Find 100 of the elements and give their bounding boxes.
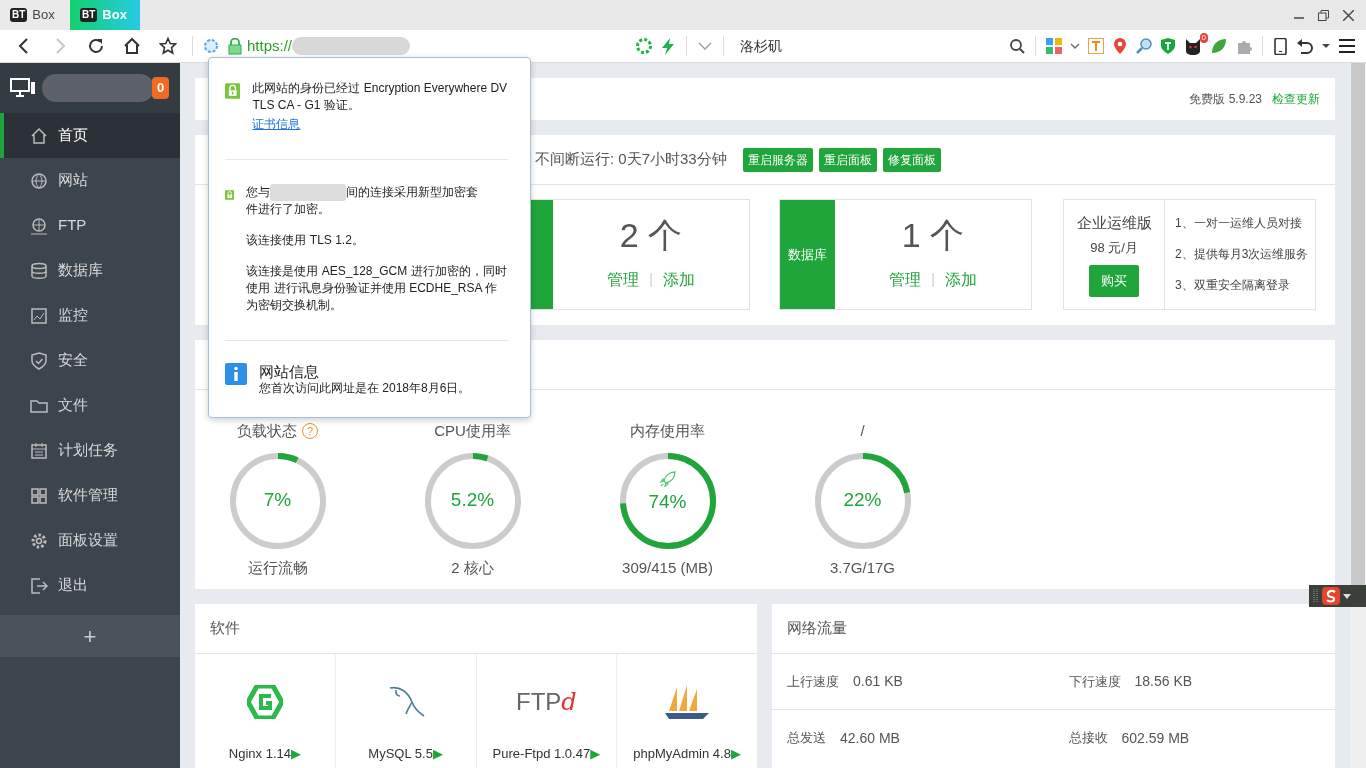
leaf-icon[interactable]	[1210, 38, 1228, 54]
notification-badge: 0	[152, 77, 170, 99]
count-text: 2 个	[619, 217, 683, 252]
aperture-icon[interactable]	[636, 38, 652, 54]
panel-title: 软件	[210, 618, 240, 639]
stat-value: 0.61 KB	[853, 672, 903, 691]
shield-icon	[30, 351, 48, 370]
sidebar-item[interactable]: 监控	[0, 293, 180, 338]
sidebar-item[interactable]: FTP	[0, 203, 180, 248]
sidebar-item[interactable]: 网站	[0, 158, 180, 203]
sidebar-item[interactable]: 退出	[0, 563, 180, 608]
software-link[interactable]: phpMyAdmin 4.8▶	[633, 744, 741, 764]
location-text: 洛杉矶	[740, 36, 783, 56]
shield-icon[interactable]	[1160, 38, 1176, 54]
gauge-value: 22%	[843, 488, 882, 513]
database-icon	[30, 261, 48, 280]
restore-icon[interactable]	[1318, 9, 1329, 21]
connection-text: 间的连接采用新型加密套	[346, 184, 479, 201]
sidebar-item[interactable]: 数据库	[0, 248, 180, 293]
separator-text: |	[649, 270, 653, 289]
sidebar-item[interactable]: 安全	[0, 338, 180, 383]
stat-value: 18.56 KB	[1134, 672, 1193, 691]
gauge-title: CPU使用率	[434, 421, 511, 441]
globe-icon	[30, 171, 48, 190]
software-link[interactable]: MySQL 5.5▶	[368, 744, 443, 764]
gauge-value: 74%	[648, 490, 687, 515]
globe-icon	[30, 216, 48, 235]
gauge-caption: 2 核心	[451, 557, 494, 578]
sidebar-item[interactable]: 文件	[0, 383, 180, 428]
sidebar-item[interactable]: 首页	[0, 113, 180, 158]
gauge-title: 内存使用率	[630, 421, 705, 441]
logout-icon	[30, 576, 48, 595]
info-text: 您首次访问此网址是在 2018年8月6日。	[259, 380, 471, 397]
tab-logo: BT	[80, 8, 98, 22]
caret-icon[interactable]	[1070, 42, 1080, 50]
separator-text: |	[931, 270, 935, 289]
stat-label: 下行速度	[1068, 672, 1121, 691]
connection-detail: 该连接使用 TLS 1.2。	[246, 232, 365, 249]
gauge-caption: 3.7G/17G	[829, 557, 895, 578]
connection-text: 您与	[246, 184, 271, 201]
add-button[interactable]: +	[0, 615, 180, 657]
search-icon[interactable]	[1009, 38, 1025, 54]
feature-text: 3、双重安全隔离登录	[1175, 277, 1291, 294]
gauge-caption: 运行流畅	[247, 557, 308, 578]
grid-icon	[30, 486, 48, 505]
home-icon[interactable]	[123, 37, 141, 55]
certificate-link[interactable]: 证书信息	[252, 116, 508, 133]
star-icon[interactable]	[159, 37, 177, 55]
undo-icon[interactable]	[1296, 38, 1314, 54]
menu-icon[interactable]	[1338, 38, 1356, 54]
connection-detail: 该连接是使用 AES_128_GCM 进行加密的，同时使用 进行讯息身份验证并使用 ECDHE_RSA 作为密钥交换机制。	[246, 263, 508, 314]
lock-icon[interactable]	[227, 37, 243, 55]
url-text[interactable]: https://	[247, 34, 293, 58]
stat-value: 42.60 MB	[840, 728, 900, 748]
panel-title: 网络流量	[787, 618, 847, 639]
caret-icon[interactable]	[1322, 43, 1330, 49]
reload-icon[interactable]	[87, 37, 105, 55]
calendar-icon	[30, 441, 48, 460]
hexagon-logo	[246, 685, 283, 719]
ftpd-logo: FTPd	[516, 687, 577, 718]
gauge-title: /	[860, 421, 865, 441]
stat-label: 总接收	[1068, 729, 1108, 748]
magnifier-icon[interactable]	[1136, 38, 1152, 54]
stat-label: 总发送	[787, 729, 826, 748]
feature-text: 1、一对一运维人员对接	[1175, 215, 1303, 232]
monitor-icon	[10, 78, 36, 98]
connection-text: 件进行了加密。	[246, 201, 332, 218]
grip-icon[interactable]	[1313, 588, 1319, 604]
stat-value: 602.59 MB	[1121, 728, 1190, 748]
uptime-text: 不间断运行: 0天7小时33分钟	[535, 149, 727, 170]
chart-icon	[30, 306, 48, 325]
bolt-icon[interactable]	[660, 37, 676, 55]
info-title: 网站信息	[259, 363, 320, 380]
sidebar-item[interactable]: 计划任务	[0, 428, 180, 473]
tab-logo: BT	[10, 8, 28, 22]
lock-icon	[225, 80, 241, 102]
notification-badge: 0	[1199, 33, 1208, 43]
home-icon	[30, 126, 48, 145]
software-link[interactable]: Pure-Ftpd 1.0.47▶	[492, 744, 601, 764]
feature-text: 2、提供每月3次运维服务	[1175, 246, 1309, 263]
cat-icon[interactable]	[1184, 37, 1202, 55]
phone-icon[interactable]	[1273, 37, 1288, 55]
gauge-caption: 309/415 (MB)	[622, 557, 713, 578]
sidebar-item[interactable]: 面板设置	[0, 518, 180, 563]
site-settings-icon[interactable]	[203, 38, 219, 54]
close-icon[interactable]	[1343, 9, 1354, 21]
apps-icon[interactable]	[1046, 38, 1062, 54]
input-method-icon[interactable]	[1322, 587, 1340, 605]
card-label: 数据库	[788, 245, 827, 264]
identity-text: 此网站的身份已经过 Encryption Everywhere DV TLS CA - G1 验证。	[252, 80, 508, 114]
browser-tab[interactable]: BT Box	[70, 0, 140, 30]
sidebar-item[interactable]: 软件管理	[0, 473, 180, 518]
gauge-value: 5.2%	[450, 488, 495, 513]
caret-icon[interactable]	[1343, 593, 1351, 599]
software-link[interactable]: Nginx 1.14▶	[228, 744, 301, 764]
price-text: 98 元/月	[1090, 238, 1138, 257]
map-pin-icon[interactable]	[1112, 38, 1128, 54]
stat-label: 上行速度	[787, 672, 839, 691]
scrollbar[interactable]	[1350, 63, 1366, 768]
version-text: 免费版 5.9.23	[1189, 91, 1262, 108]
